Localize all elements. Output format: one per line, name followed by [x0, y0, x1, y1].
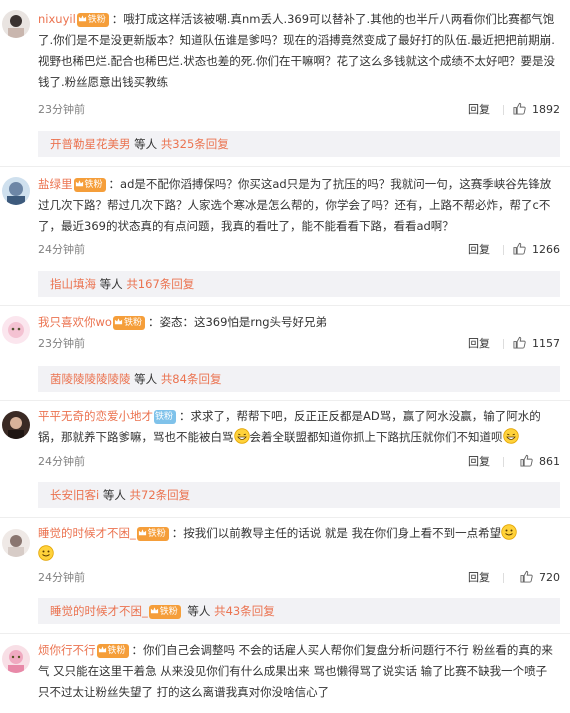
laugh-emoji-icon	[233, 428, 250, 444]
thumbs-up-icon	[513, 336, 526, 349]
sub-reply-user[interactable]: 指山填海	[50, 277, 96, 291]
smile-emoji-icon	[38, 545, 54, 561]
comment-text: ：按我们以前教导主任的话说 就是 我在你们身上看不到一点希望	[171, 526, 502, 540]
fan-badge: 铁粉	[73, 178, 106, 192]
sub-reply-count[interactable]: 共325条回复	[161, 137, 229, 151]
thumbs-up-icon	[520, 454, 533, 467]
like-button[interactable]: 720	[520, 568, 560, 588]
reply-button[interactable]: 回复	[468, 240, 490, 260]
comment-username[interactable]: nixuyil	[38, 12, 76, 26]
comment-username[interactable]: 我只喜欢你wo	[38, 315, 112, 329]
like-count: 1157	[532, 337, 560, 350]
fan-badge: 铁粉	[112, 316, 145, 330]
comment-text: ：ad是不配你滔搏保吗？你买这ad只是为了抗压的吗？我就问一句，这赛季峡谷先锋放…	[38, 177, 552, 233]
fan-badge: 铁粉	[154, 410, 177, 424]
avatar[interactable]	[2, 10, 30, 38]
thumbs-up-icon	[513, 102, 526, 115]
avatar[interactable]	[2, 411, 30, 439]
sub-reply-count[interactable]: 共43条回复	[214, 604, 275, 618]
crown-icon	[114, 317, 123, 326]
sub-replies[interactable]: 开普勒星花美男 等人 共325条回复	[38, 131, 560, 157]
divider	[503, 573, 504, 583]
comment-username[interactable]: 盐绿里	[38, 177, 73, 191]
divider	[503, 245, 504, 255]
like-count: 1266	[532, 243, 560, 256]
like-button[interactable]: 861	[520, 452, 560, 472]
sub-reply-count[interactable]: 共167条回复	[126, 277, 194, 291]
divider	[0, 633, 570, 634]
comment-text: ：姿态：这369怕是rng头号好兄弟	[147, 315, 328, 329]
reply-button[interactable]: 回复	[468, 100, 490, 120]
comment-username[interactable]: 烦你行不行	[38, 643, 96, 657]
divider	[0, 400, 570, 401]
comment-username[interactable]: 平平无奇的恋爱小地才	[38, 409, 153, 423]
comment-username[interactable]: 睡觉的时候才不困_	[38, 526, 136, 540]
fan-badge: 铁粉	[148, 605, 181, 619]
like-button[interactable]: 1892	[513, 100, 560, 120]
comment-time: 23分钟前	[38, 337, 85, 350]
crown-icon	[138, 528, 147, 537]
avatar[interactable]	[2, 529, 30, 557]
comment-time: 24分钟前	[38, 243, 85, 256]
divider	[503, 105, 504, 115]
sub-reply-count[interactable]: 共72条回复	[130, 488, 191, 502]
crown-icon	[78, 14, 87, 23]
reply-button[interactable]: 回复	[468, 452, 490, 472]
like-button[interactable]: 1157	[513, 334, 560, 354]
thumbs-up-icon	[520, 570, 533, 583]
crown-icon	[98, 645, 107, 654]
avatar[interactable]	[2, 316, 30, 344]
like-count: 861	[539, 455, 560, 468]
fan-badge: 铁粉	[76, 13, 109, 27]
sub-replies[interactable]: 睡觉的时候才不困_ 铁粉 等人 共43条回复	[38, 598, 560, 624]
divider	[0, 517, 570, 518]
reply-button[interactable]: 回复	[468, 334, 490, 354]
sub-reply-user[interactable]: 菌陵陵陵陵陵陵	[50, 372, 131, 386]
sub-replies[interactable]: 菌陵陵陵陵陵陵 等人 共84条回复	[38, 366, 560, 392]
sub-reply-count[interactable]: 共84条回复	[161, 372, 222, 386]
sub-replies[interactable]: 指山填海 等人 共167条回复	[38, 271, 560, 297]
comment-time: 24分钟前	[38, 571, 85, 584]
avatar[interactable]	[2, 645, 30, 673]
sub-replies[interactable]: 长安旧客i 等人 共72条回复	[38, 482, 560, 508]
crown-icon	[75, 179, 84, 188]
like-count: 720	[539, 571, 560, 584]
sub-reply-user[interactable]: 睡觉的时候才不困_	[50, 604, 148, 618]
divider	[0, 166, 570, 167]
avatar[interactable]	[2, 177, 30, 205]
comment-text: ：哦打成这样活该被嘲.真nm丢人.369可以替补了.其他的也半斤八两看你们比赛都…	[38, 12, 555, 89]
comment-time: 24分钟前	[38, 455, 85, 468]
reply-button[interactable]: 回复	[468, 568, 490, 588]
divider	[503, 457, 504, 467]
fan-badge: 铁粉	[96, 644, 129, 658]
like-button[interactable]: 1266	[513, 240, 560, 260]
laugh-emoji-icon	[502, 428, 519, 444]
comment-time: 23分钟前	[38, 103, 85, 116]
crown-icon	[150, 606, 159, 615]
thumbs-up-icon	[513, 242, 526, 255]
comment-text-continued: 会着全联盟都知道你抓上下路抗压就你们不知道呗	[249, 430, 503, 444]
fan-badge: 铁粉	[136, 527, 169, 541]
sub-reply-user[interactable]: 长安旧客i	[50, 488, 99, 502]
like-count: 1892	[532, 103, 560, 116]
sub-reply-user[interactable]: 开普勒星花美男	[50, 137, 131, 151]
smile-emoji-icon	[501, 524, 517, 540]
divider	[503, 339, 504, 349]
divider	[0, 305, 570, 306]
